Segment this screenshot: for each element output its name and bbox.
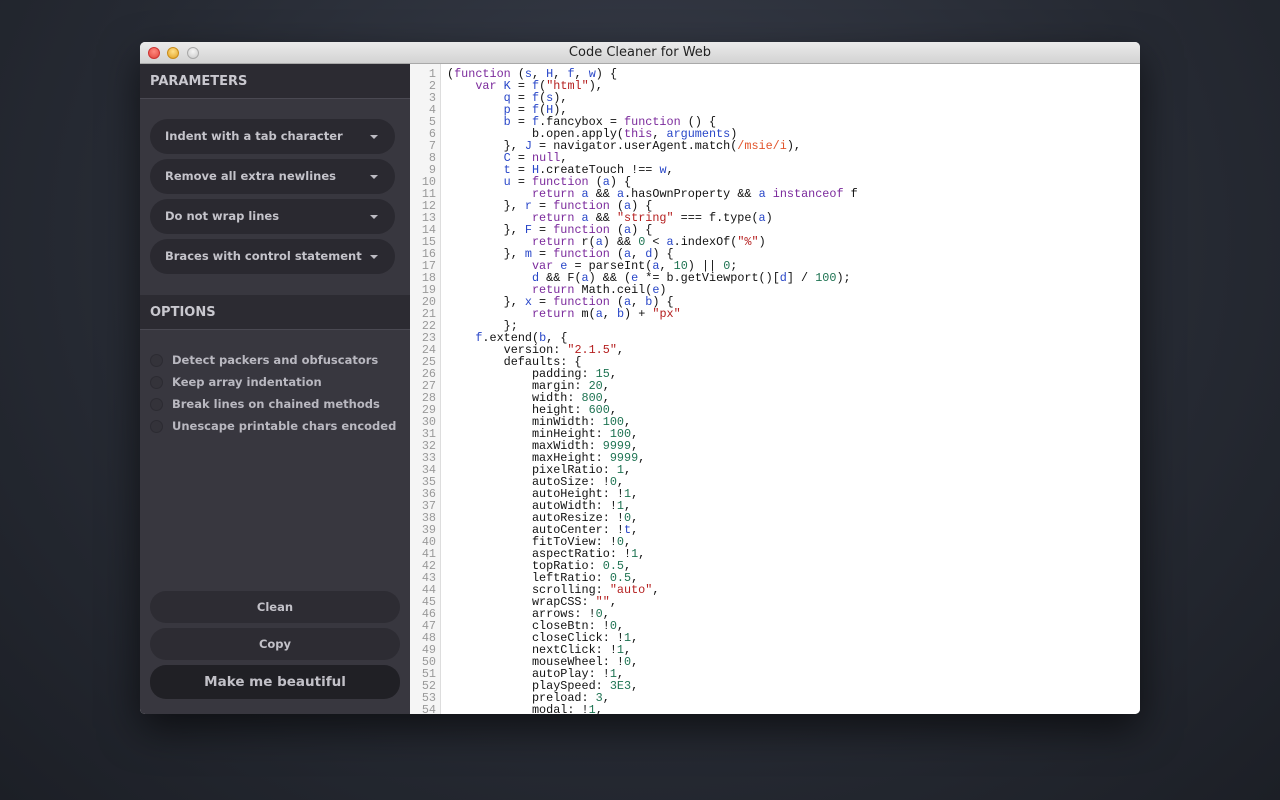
code-token: a [758, 211, 766, 225]
option-label: Keep array indentation [172, 375, 322, 389]
code-token: modal: ! [447, 703, 589, 714]
code-token: , [631, 487, 639, 501]
code-token: .indexOf( [673, 235, 738, 249]
code-editor[interactable]: 1 (function (s, H, f, w) {2 var K = f("ht… [410, 64, 1140, 714]
code-line: 54 modal: !1, [410, 704, 858, 714]
dropdown-label: Do not wrap lines [165, 209, 280, 223]
copy-button[interactable]: Copy [150, 628, 400, 660]
checkbox[interactable] [150, 419, 163, 433]
code-token: 3E3 [609, 679, 632, 693]
make-beautiful-button[interactable]: Make me beautiful [150, 665, 400, 699]
checkbox[interactable] [150, 397, 163, 411]
clean-button[interactable]: Clean [150, 591, 400, 623]
code-token: , [666, 163, 674, 177]
code-token: , [595, 703, 603, 714]
code-token: , [631, 523, 639, 537]
code-token: instanceof [772, 187, 844, 201]
code-token: ) [758, 235, 766, 249]
chevron-down-icon [370, 215, 378, 219]
code-token: a [758, 187, 766, 201]
code-token: , [638, 451, 646, 465]
option-keep-array-indentation[interactable]: Keep array indentation [150, 371, 410, 393]
code-token: , [602, 691, 610, 705]
option-break-chained-methods[interactable]: Break lines on chained methods [150, 393, 410, 415]
chevron-down-icon [370, 255, 378, 259]
code-token: ) + [624, 307, 653, 321]
title-bar: Code Cleaner for Web [140, 42, 1140, 64]
indent-dropdown[interactable]: Indent with a tab character [150, 119, 395, 154]
window-title: Code Cleaner for Web [568, 45, 712, 60]
code-token: ), [588, 79, 603, 93]
code-token: , [616, 343, 625, 357]
code-token: ] / [786, 271, 816, 285]
code-token: , [602, 307, 617, 321]
code-token: , [624, 463, 632, 477]
option-label: Detect packers and obfuscators [172, 353, 379, 367]
sidebar: PARAMETERS Indent with a tab character R… [140, 64, 410, 714]
code-token: m( [574, 307, 596, 321]
code-token: b [616, 307, 625, 321]
code-token: 1 [588, 703, 596, 714]
code-token: "px" [652, 307, 681, 321]
dropdown-label: Indent with a tab character [165, 129, 343, 143]
chevron-down-icon [370, 135, 378, 139]
checkbox[interactable] [150, 353, 163, 367]
code-token: , [652, 583, 660, 597]
code-content[interactable]: 1 (function (s, H, f, w) {2 var K = f("ht… [410, 68, 858, 714]
code-token: , [631, 679, 639, 693]
checkbox[interactable] [150, 375, 163, 389]
close-window-button[interactable] [148, 47, 160, 59]
option-label: Unescape printable chars encoded [172, 419, 397, 433]
code-text: modal: !1, [440, 704, 603, 714]
parameters-heading: PARAMETERS [140, 64, 410, 99]
newlines-dropdown[interactable]: Remove all extra newlines [150, 159, 395, 194]
code-token: w [659, 163, 667, 177]
option-label: Break lines on chained methods [172, 397, 380, 411]
code-token: ), [786, 139, 802, 153]
dropdown-label: Braces with control statement [165, 249, 362, 263]
line-number: 54 [421, 703, 436, 714]
dropdown-label: Remove all extra newlines [165, 169, 336, 183]
options-heading: OPTIONS [140, 295, 410, 330]
option-detect-packers[interactable]: Detect packers and obfuscators [150, 349, 410, 371]
option-unescape-printable[interactable]: Unescape printable chars encoded [150, 415, 410, 437]
code-token: , [609, 595, 617, 609]
code-token: d [779, 271, 787, 285]
code-token: , [638, 547, 646, 561]
zoom-window-button[interactable] [187, 47, 199, 59]
code-token: 0 [623, 655, 632, 669]
code-token: === f.type( [673, 211, 759, 225]
code-token: return [531, 307, 575, 321]
braces-style-dropdown[interactable]: Braces with control statement [150, 239, 395, 274]
code-token: ); [836, 271, 851, 285]
code-token: , [609, 367, 617, 381]
chevron-down-icon [370, 175, 378, 179]
minimize-window-button[interactable] [167, 47, 179, 59]
code-token: a [595, 307, 603, 321]
code-token: , [631, 655, 639, 669]
app-window: Code Cleaner for Web PARAMETERS Indent w… [140, 42, 1140, 714]
code-token: /msie/i [737, 139, 787, 153]
code-token: "%" [737, 235, 759, 249]
code-token: , [631, 631, 639, 645]
wrap-lines-dropdown[interactable]: Do not wrap lines [150, 199, 395, 234]
code-token: ) [765, 211, 773, 225]
code-token: 100 [815, 271, 837, 285]
code-token: f [843, 187, 858, 201]
